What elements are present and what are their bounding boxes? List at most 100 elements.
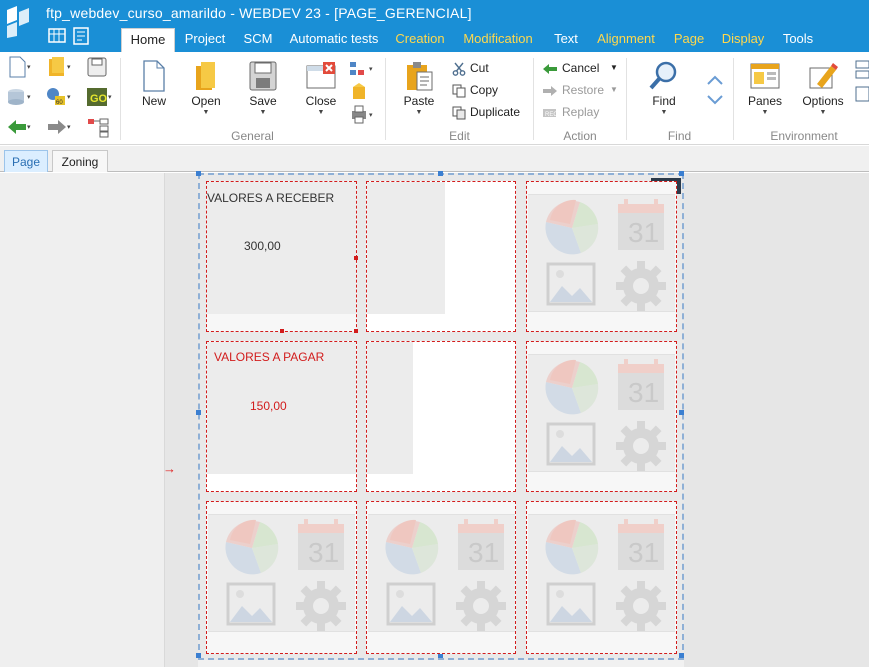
environment-group-label: Environment [770, 129, 838, 143]
image-placeholder-icon: 31 [208, 514, 355, 632]
new-button[interactable]: New [134, 60, 174, 108]
magnifier-icon [649, 61, 677, 90]
restore-button[interactable]: Restore ▼ [542, 80, 620, 100]
cut-button[interactable]: Cut [452, 58, 489, 78]
svg-text:▾: ▾ [27, 94, 31, 101]
copy-button[interactable]: Copy [452, 80, 498, 100]
save-small-icon[interactable] [86, 56, 112, 78]
tab-creation[interactable]: Creation [393, 28, 447, 52]
replay-icon: REC [543, 108, 558, 118]
forward-arrow-icon[interactable]: ▾ [46, 116, 72, 138]
svg-text:▾: ▾ [108, 94, 112, 101]
svg-text:▾: ▾ [67, 124, 71, 131]
svg-text:31: 31 [308, 537, 339, 568]
editor-subtabs: Page Zoning [0, 146, 869, 172]
close-button[interactable]: Close ▼ [300, 60, 342, 116]
edit-group-label: Edit [449, 129, 470, 143]
new-page-icon [143, 60, 165, 92]
cell-empty-1[interactable] [366, 181, 516, 332]
back-arrow-icon[interactable]: ▾ [6, 116, 32, 138]
replay-button[interactable]: REC Replay [542, 102, 599, 122]
options-pencil-icon [809, 63, 838, 89]
cell-image-placeholder-4[interactable]: 31 [366, 501, 516, 654]
open-folder-large-icon [196, 62, 215, 90]
image-placeholder-icon: 31 [528, 354, 675, 472]
find-button[interactable]: Find ▼ [644, 60, 684, 116]
pagar-value: 150,00 [250, 399, 287, 413]
subtab-page[interactable]: Page [4, 150, 48, 172]
tab-home[interactable]: Home [121, 28, 175, 52]
svg-text:▾: ▾ [27, 124, 31, 131]
page-canvas[interactable]: VALORES A RECEBER 300,00 31 VALORES A PA… [196, 171, 684, 660]
scissors-icon [452, 62, 466, 76]
tab-display[interactable]: Display [719, 28, 767, 52]
panes-button[interactable]: Panes ▼ [744, 60, 786, 116]
cell-image-placeholder-3[interactable]: 31 [206, 501, 357, 654]
duplicate-button[interactable]: Duplicate [452, 102, 520, 122]
svg-text:▾: ▾ [67, 94, 71, 101]
general-group-label: General [231, 129, 274, 143]
window-small-icon[interactable] [854, 84, 869, 106]
cell-image-placeholder-5[interactable]: 31 [526, 501, 677, 654]
open-button[interactable]: Open ▼ [186, 60, 226, 116]
tab-text[interactable]: Text [550, 28, 582, 52]
database-icon[interactable]: ▾ [6, 86, 32, 108]
image-placeholder-icon: 31 [368, 514, 515, 632]
chevron-down-icon[interactable] [702, 88, 728, 110]
tab-tools[interactable]: Tools [780, 28, 816, 52]
hierarchy-icon[interactable] [86, 116, 112, 138]
open-folder-icon[interactable]: ▾ [46, 56, 72, 78]
copy-icon [452, 84, 466, 98]
svg-text:REC: REC [545, 112, 558, 118]
pagar-label: VALORES A PAGAR [214, 350, 325, 364]
tab-automatic-tests[interactable]: Automatic tests [288, 28, 380, 52]
page-editor[interactable]: → VALORES A RECEBER 300,00 31 VALORES A … [0, 171, 869, 667]
svg-text:▾: ▾ [27, 64, 31, 71]
close-window-icon [306, 62, 336, 89]
panes-icon [750, 63, 780, 89]
generate-icon[interactable]: GO ▾ [86, 86, 112, 108]
cell-image-placeholder-2[interactable]: 31 [526, 341, 677, 492]
svg-text:31: 31 [628, 377, 659, 408]
redo-arrow-icon [543, 85, 557, 96]
svg-text:60: 60 [56, 100, 63, 106]
tab-alignment[interactable]: Alignment [594, 28, 658, 52]
find-group-label: Find [667, 129, 692, 143]
receber-label: VALORES A RECEBER [207, 191, 335, 205]
anchor-arrow-icon: → [163, 461, 176, 476]
tab-modification[interactable]: Modification [460, 28, 536, 52]
tab-project[interactable]: Project [180, 28, 230, 52]
svg-text:▾: ▾ [369, 112, 373, 119]
window-title: ftp_webdev_curso_amarildo - WEBDEV 23 - … [46, 5, 472, 21]
subtab-zoning[interactable]: Zoning [52, 150, 108, 172]
svg-text:▾: ▾ [67, 64, 71, 71]
svg-text:GO: GO [90, 93, 108, 105]
arrange-icon[interactable]: ▾ [348, 58, 374, 80]
print-icon[interactable]: ▾ [348, 104, 374, 126]
cancel-button[interactable]: Cancel ▼ [542, 58, 620, 78]
floppy-disk-icon [249, 61, 277, 91]
save-button[interactable]: Save ▼ [240, 60, 286, 116]
tab-page[interactable]: Page [672, 28, 706, 52]
options-button[interactable]: Options ▼ [800, 60, 846, 116]
cell-valores-pagar[interactable]: VALORES A PAGAR 150,00 [206, 341, 357, 492]
svg-text:31: 31 [468, 537, 499, 568]
tab-scm[interactable]: SCM [240, 28, 276, 52]
layout-small-icon[interactable] [854, 58, 869, 80]
package-icon[interactable] [348, 82, 374, 104]
cell-image-placeholder-1[interactable]: 31 [526, 181, 677, 332]
clipboard-icon [407, 62, 433, 91]
component-icon[interactable]: 60 ▾ [46, 86, 72, 108]
ribbon-tabs: Home Project SCM Automatic tests Creatio… [0, 28, 869, 52]
image-placeholder-icon: 31 [528, 194, 675, 312]
duplicate-icon [452, 106, 466, 120]
paste-button[interactable]: Paste ▼ [396, 60, 442, 116]
image-placeholder-icon: 31 [528, 514, 675, 632]
undo-arrow-icon [543, 63, 557, 74]
receber-value: 300,00 [244, 239, 281, 253]
cell-valores-receber[interactable]: VALORES A RECEBER 300,00 [206, 181, 358, 333]
svg-text:▾: ▾ [369, 66, 373, 73]
action-group-label: Action [563, 129, 597, 143]
new-element-icon[interactable]: ▾ [6, 56, 32, 78]
cell-empty-2[interactable] [366, 341, 516, 492]
